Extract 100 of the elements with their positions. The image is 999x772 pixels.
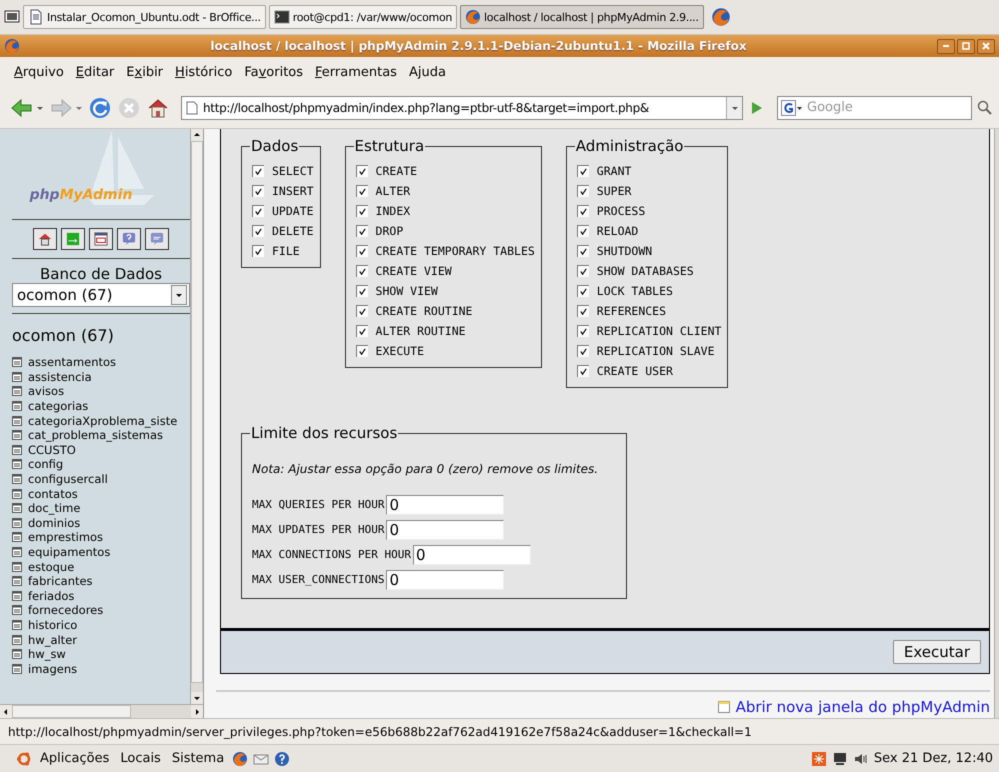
globe-icon[interactable] <box>232 750 248 766</box>
checkbox[interactable] <box>356 205 368 217</box>
reload-icon[interactable] <box>88 96 112 120</box>
table-icon[interactable] <box>12 488 22 499</box>
search-icon[interactable] <box>977 100 993 116</box>
table-icon[interactable] <box>12 576 22 586</box>
table-icon[interactable] <box>12 416 22 426</box>
network-icon[interactable] <box>832 750 848 766</box>
globe-icon[interactable] <box>710 7 731 27</box>
checkbox[interactable] <box>252 205 264 217</box>
table-link[interactable]: fabricantes <box>28 574 93 588</box>
checkbox[interactable] <box>576 325 589 337</box>
ubuntu-logo-icon[interactable] <box>16 750 32 766</box>
checkbox[interactable] <box>356 285 368 297</box>
table-icon[interactable] <box>12 634 22 645</box>
submit-button[interactable]: Executar <box>892 640 981 664</box>
table-icon[interactable] <box>12 401 22 412</box>
sql-window-button[interactable] <box>89 228 113 250</box>
table-link[interactable]: fornecedores <box>28 603 104 618</box>
checkbox[interactable] <box>576 285 589 297</box>
table-icon[interactable] <box>12 664 22 674</box>
checkbox[interactable] <box>356 305 368 317</box>
table-link[interactable]: assentamentos <box>28 355 116 370</box>
table-link[interactable]: categoriaXproblema_siste <box>28 414 178 428</box>
logo[interactable]: phpMyAdmin <box>30 187 132 203</box>
table-link[interactable]: cat_problema_sistemas <box>28 428 164 442</box>
checkbox[interactable] <box>576 365 589 377</box>
search-field[interactable]: Google <box>777 96 972 120</box>
history-dropdown-button[interactable] <box>726 96 742 118</box>
taskbar-button[interactable]: localhost / localhost | phpMyAdmin 2.9.... <box>460 5 704 29</box>
table-icon[interactable] <box>12 357 22 368</box>
input-field[interactable]: 0 <box>386 570 504 590</box>
menu-item[interactable]: Histórico <box>169 62 238 82</box>
scrollbar[interactable] <box>190 129 203 704</box>
menu-item[interactable]: Ferramentas <box>309 62 403 82</box>
checkbox[interactable] <box>252 225 264 237</box>
checkbox[interactable] <box>252 185 264 197</box>
table-icon[interactable] <box>12 459 22 470</box>
new-window-link[interactable]: Abrir nova janela do phpMyAdmin <box>736 698 990 716</box>
input-field[interactable]: 0 <box>386 520 504 540</box>
checkbox[interactable] <box>356 165 368 177</box>
table-link[interactable]: hw_alter <box>28 632 77 647</box>
minimize-button[interactable] <box>937 38 955 54</box>
window-icon[interactable] <box>718 701 730 713</box>
update-icon[interactable] <box>810 750 827 766</box>
table-icon[interactable] <box>12 503 22 514</box>
panel-menu[interactable]: Sistema <box>168 751 228 766</box>
table-link[interactable]: config <box>28 457 64 472</box>
search-engine-icon[interactable] <box>781 100 803 116</box>
input-field[interactable]: 0 <box>412 544 531 564</box>
checkbox[interactable] <box>356 345 368 357</box>
checkbox[interactable] <box>252 245 264 257</box>
checkbox[interactable] <box>576 345 589 357</box>
table-icon[interactable] <box>12 605 22 616</box>
clock[interactable]: Sex 21 Dez, 12:40 <box>874 751 993 766</box>
checkbox[interactable] <box>356 185 368 197</box>
checkbox[interactable] <box>356 325 368 337</box>
table-link[interactable]: estoque <box>28 560 74 574</box>
table-link[interactable]: contatos <box>28 486 78 501</box>
table-icon[interactable] <box>12 474 22 484</box>
taskbar-button[interactable]: Instalar_Ocomon_Ubuntu.odt - BrOffice... <box>23 5 266 29</box>
table-icon[interactable] <box>12 649 22 660</box>
panel-menu[interactable]: Aplicações <box>37 751 112 766</box>
close-button[interactable] <box>977 38 995 54</box>
checkbox[interactable] <box>356 265 368 277</box>
checkbox[interactable] <box>356 245 368 257</box>
taskbar-button[interactable]: root@cpd1: /var/www/ocomon <box>268 5 458 29</box>
database-heading[interactable]: ocomon (67) <box>12 326 190 345</box>
table-icon[interactable] <box>12 532 22 542</box>
table-link[interactable]: emprestimos <box>28 530 104 544</box>
table-link[interactable]: categorias <box>28 399 88 414</box>
checkbox[interactable] <box>576 165 589 177</box>
checkbox[interactable] <box>576 245 589 257</box>
table-icon[interactable] <box>12 430 22 440</box>
checkbox[interactable] <box>576 185 589 197</box>
checkbox[interactable] <box>576 225 589 237</box>
checkbox[interactable] <box>252 165 264 177</box>
checkbox[interactable] <box>576 265 589 277</box>
table-link[interactable]: doc_time <box>28 501 80 516</box>
table-icon[interactable] <box>12 620 22 630</box>
table-link[interactable]: assistencia <box>28 370 92 384</box>
table-link[interactable]: historico <box>28 618 78 632</box>
help-icon[interactable] <box>274 750 290 766</box>
table-link[interactable]: equipamentos <box>28 545 110 560</box>
panel-menu[interactable]: Locais <box>117 751 164 766</box>
table-link[interactable]: dominios <box>28 516 80 530</box>
checkbox[interactable] <box>576 205 589 217</box>
menu-item[interactable]: Ajuda <box>402 62 452 82</box>
monitor-icon[interactable] <box>4 9 20 25</box>
table-icon[interactable] <box>12 562 22 572</box>
checkbox[interactable] <box>576 305 589 317</box>
home-button[interactable] <box>33 228 57 250</box>
menu-item[interactable]: Exibir <box>120 62 170 82</box>
scrollbar[interactable] <box>0 704 203 718</box>
table-icon[interactable] <box>12 518 22 528</box>
table-icon[interactable] <box>12 372 22 382</box>
table-icon[interactable] <box>12 547 22 558</box>
menu-item[interactable]: Favoritos <box>238 62 310 82</box>
exit-button[interactable] <box>61 228 85 250</box>
table-link[interactable]: imagens <box>28 662 78 676</box>
